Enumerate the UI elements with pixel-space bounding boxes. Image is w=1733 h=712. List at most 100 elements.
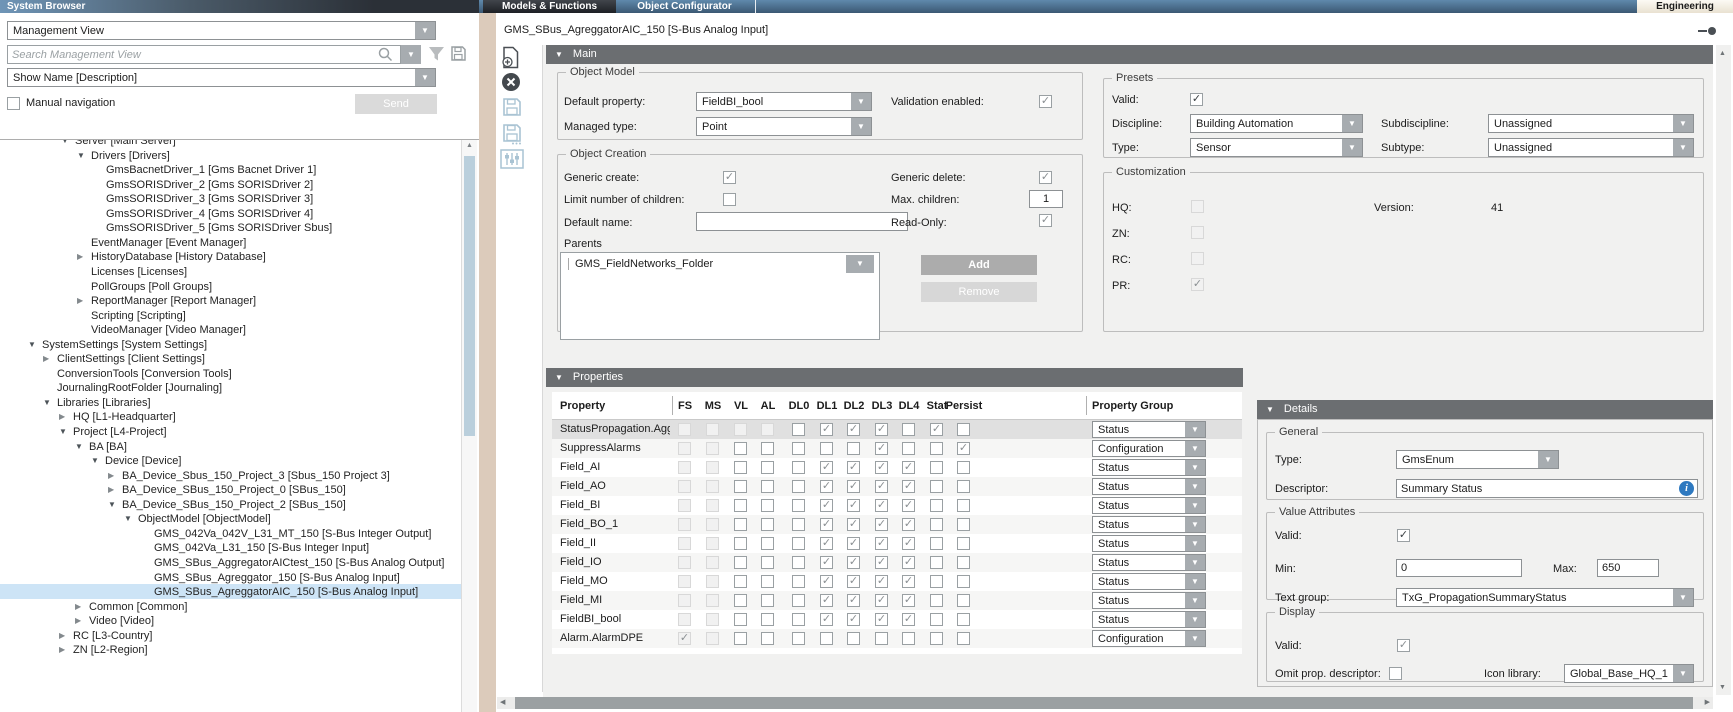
flag-checkbox[interactable]: ✓ bbox=[902, 480, 915, 493]
flag-checkbox[interactable] bbox=[734, 518, 747, 531]
flag-checkbox[interactable] bbox=[957, 537, 970, 550]
flag-checkbox[interactable]: ✓ bbox=[820, 480, 833, 493]
chevron-down-icon[interactable]: ▼ bbox=[1538, 451, 1558, 468]
tree-item[interactable]: ▼SystemSettings [System Settings] bbox=[0, 337, 461, 352]
tree-item[interactable]: ▶HQ [L1-Headquarter] bbox=[0, 409, 461, 424]
flag-checkbox[interactable] bbox=[761, 556, 774, 569]
scroll-up-icon[interactable]: ▲ bbox=[1719, 48, 1726, 60]
chevron-down-icon[interactable]: ▼ bbox=[1185, 479, 1205, 494]
flag-checkbox[interactable]: ✓ bbox=[820, 556, 833, 569]
chevron-down-icon[interactable]: ▼ bbox=[1185, 612, 1205, 627]
property-group-select[interactable]: Configuration▼ bbox=[1092, 440, 1206, 457]
chevron-down-icon[interactable]: ▼ bbox=[1342, 139, 1362, 156]
collapse-icon[interactable]: ▼ bbox=[77, 151, 85, 160]
flag-checkbox[interactable] bbox=[734, 480, 747, 493]
flag-checkbox[interactable] bbox=[761, 594, 774, 607]
tree-item[interactable]: GmsBacnetDriver_1 [Gms Bacnet Driver 1] bbox=[0, 162, 461, 177]
tree-item[interactable]: GmsSORISDriver_5 [Gms SORISDriver Sbus] bbox=[0, 220, 461, 235]
read-only-checkbox[interactable]: ✓ bbox=[1039, 214, 1052, 227]
flag-checkbox[interactable] bbox=[930, 461, 943, 474]
tree-item[interactable]: ConversionTools [Conversion Tools] bbox=[0, 366, 461, 381]
flag-checkbox[interactable]: ✓ bbox=[902, 575, 915, 588]
flag-checkbox[interactable]: ✓ bbox=[847, 556, 860, 569]
tree-item[interactable]: JournalingRootFolder [Journaling] bbox=[0, 380, 461, 395]
display-mode-selector[interactable]: Show Name [Description] ▼ bbox=[7, 68, 436, 87]
property-row[interactable]: Field_BI✓✓✓✓Status▼ bbox=[552, 496, 1242, 515]
property-row[interactable]: Field_IO✓✓✓✓Status▼ bbox=[552, 553, 1242, 572]
flag-checkbox[interactable] bbox=[761, 480, 774, 493]
property-row[interactable]: Field_AI✓✓✓✓Status▼ bbox=[552, 458, 1242, 477]
generic-create-checkbox[interactable]: ✓ bbox=[723, 171, 736, 184]
tree-item[interactable]: ▶BA_Device_Sbus_150_Project_3 [Sbus_150 … bbox=[0, 468, 461, 483]
flag-checkbox[interactable] bbox=[734, 556, 747, 569]
collapse-icon[interactable]: ▼ bbox=[555, 50, 563, 59]
flag-checkbox[interactable]: ✓ bbox=[875, 518, 888, 531]
expand-icon[interactable]: ▶ bbox=[77, 252, 83, 261]
tree-item[interactable]: VideoManager [Video Manager] bbox=[0, 322, 461, 337]
chevron-down-icon[interactable]: ▼ bbox=[1185, 536, 1205, 551]
chevron-down-icon[interactable]: ▼ bbox=[1185, 422, 1205, 437]
flag-checkbox[interactable]: ✓ bbox=[847, 594, 860, 607]
view-selector[interactable]: Management View ▼ bbox=[7, 21, 436, 40]
flag-checkbox[interactable]: ✓ bbox=[847, 461, 860, 474]
va-valid-checkbox[interactable]: ✓ bbox=[1397, 529, 1410, 542]
delete-icon[interactable] bbox=[501, 72, 521, 92]
max-field[interactable] bbox=[1597, 559, 1659, 577]
flag-checkbox[interactable]: ✓ bbox=[875, 575, 888, 588]
flag-checkbox[interactable]: ✓ bbox=[847, 499, 860, 512]
chevron-down-icon[interactable]: ▼ bbox=[851, 93, 871, 110]
flag-checkbox[interactable] bbox=[820, 632, 833, 645]
expand-icon[interactable]: ▶ bbox=[75, 616, 81, 625]
flag-checkbox[interactable] bbox=[930, 480, 943, 493]
detail-type-select[interactable]: GmsEnum ▼ bbox=[1396, 450, 1559, 469]
collapse-icon[interactable]: ▼ bbox=[43, 398, 51, 407]
tree-item[interactable]: ▼BA [BA] bbox=[0, 439, 461, 454]
chevron-down-icon[interactable]: ▼ bbox=[415, 69, 435, 86]
flag-checkbox[interactable]: ✓ bbox=[875, 480, 888, 493]
tree-item[interactable]: GMS_042Va_042V_L31_MT_150 [S-Bus Integer… bbox=[0, 526, 461, 541]
limit-children-checkbox[interactable] bbox=[723, 193, 736, 206]
tree-scrollbar-thumb[interactable] bbox=[464, 156, 475, 436]
flag-checkbox[interactable] bbox=[734, 442, 747, 455]
flag-checkbox[interactable] bbox=[847, 632, 860, 645]
tree-scrollbar[interactable]: ▲ bbox=[461, 140, 477, 712]
flag-checkbox[interactable] bbox=[875, 632, 888, 645]
flag-checkbox[interactable]: ✓ bbox=[875, 613, 888, 626]
expand-icon[interactable]: ▶ bbox=[108, 471, 114, 480]
property-group-select[interactable]: Status▼ bbox=[1092, 516, 1206, 533]
flag-checkbox[interactable] bbox=[902, 423, 915, 436]
flag-checkbox[interactable]: ✓ bbox=[820, 575, 833, 588]
subtype-select[interactable]: Unassigned ▼ bbox=[1488, 138, 1694, 157]
flag-checkbox[interactable]: ✓ bbox=[875, 499, 888, 512]
collapse-icon[interactable]: ▼ bbox=[555, 373, 563, 382]
parent-list-item[interactable]: GMS_FieldNetworks_Folder ▼ bbox=[561, 253, 879, 275]
info-icon[interactable]: i bbox=[1679, 481, 1694, 496]
flag-checkbox[interactable] bbox=[902, 442, 915, 455]
horizontal-scrollbar-thumb[interactable] bbox=[515, 697, 1693, 709]
flag-checkbox[interactable]: ✓ bbox=[875, 423, 888, 436]
tree-item[interactable]: PollGroups [Poll Groups] bbox=[0, 279, 461, 294]
chevron-down-icon[interactable]: ▼ bbox=[1185, 498, 1205, 513]
property-row[interactable]: Field_MI✓✓✓✓Status▼ bbox=[552, 591, 1242, 610]
collapse-icon[interactable]: ▼ bbox=[75, 442, 83, 451]
expand-icon[interactable]: ▶ bbox=[43, 354, 49, 363]
tree-item[interactable]: ▶Common [Common] bbox=[0, 599, 461, 614]
chevron-down-icon[interactable]: ▼ bbox=[1673, 115, 1693, 132]
flag-checkbox[interactable] bbox=[847, 442, 860, 455]
property-group-select[interactable]: Status▼ bbox=[1092, 459, 1206, 476]
flag-checkbox[interactable]: ✓ bbox=[902, 556, 915, 569]
property-row[interactable]: Alarm.AlarmDPE✓Configuration▼ bbox=[552, 629, 1242, 648]
flag-checkbox[interactable] bbox=[792, 518, 805, 531]
flag-checkbox[interactable] bbox=[957, 461, 970, 474]
chevron-down-icon[interactable]: ▼ bbox=[1185, 460, 1205, 475]
display-valid-checkbox[interactable]: ✓ bbox=[1397, 639, 1410, 652]
flag-checkbox[interactable] bbox=[734, 594, 747, 607]
expand-icon[interactable]: ▶ bbox=[108, 485, 114, 494]
flag-checkbox[interactable] bbox=[792, 632, 805, 645]
property-row[interactable]: FieldBI_bool✓✓✓✓Status▼ bbox=[552, 610, 1242, 629]
flag-checkbox[interactable] bbox=[930, 575, 943, 588]
flag-checkbox[interactable] bbox=[792, 575, 805, 588]
flag-checkbox[interactable] bbox=[930, 556, 943, 569]
filter-icon[interactable] bbox=[428, 46, 445, 62]
flag-checkbox[interactable] bbox=[734, 499, 747, 512]
